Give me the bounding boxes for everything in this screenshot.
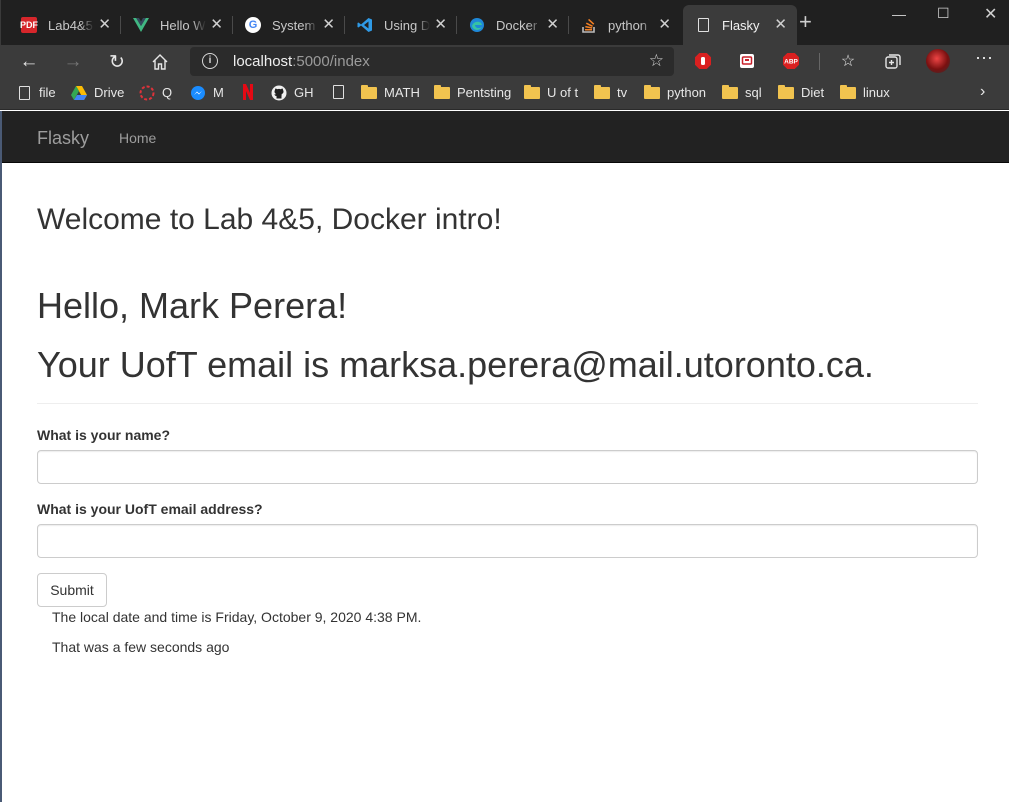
- folder-icon: [644, 84, 660, 100]
- new-tab-button[interactable]: +: [799, 11, 812, 33]
- folder-icon: [722, 84, 738, 100]
- folder-icon: [840, 84, 856, 100]
- email-heading: Your UofT email is marksa.perera@mail.ut…: [37, 344, 874, 385]
- bookmark-folder-uoft[interactable]: U of t: [524, 84, 578, 100]
- close-icon[interactable]: ✕: [98, 17, 111, 32]
- window-close-button[interactable]: ✕: [984, 4, 997, 24]
- q-circle-icon: [139, 85, 155, 100]
- edge-icon: [469, 17, 485, 33]
- tab-docker[interactable]: Docker ✕: [457, 5, 569, 45]
- stop-hand-extension-icon[interactable]: [693, 51, 713, 71]
- favorite-star-icon[interactable]: ☆: [649, 51, 664, 71]
- close-icon[interactable]: ✕: [658, 17, 671, 32]
- toolbar-divider: [819, 53, 820, 70]
- nav-home-link[interactable]: Home: [119, 130, 156, 146]
- page-icon: [695, 17, 711, 33]
- close-icon[interactable]: ✕: [546, 17, 559, 32]
- tab-label: Flasky: [722, 17, 760, 33]
- bookmark-folder-sql[interactable]: sql: [722, 84, 762, 100]
- address-url[interactable]: localhost:5000/index: [233, 53, 370, 70]
- browser-toolbar: ← → ↻ i localhost:5000/index ☆ ABP ☆ ⋯: [0, 45, 1009, 78]
- email-input[interactable]: [37, 524, 978, 558]
- email-label: What is your UofT email address?: [37, 501, 263, 517]
- web-page: Flasky Home Welcome to Lab 4&5, Docker i…: [0, 111, 1009, 802]
- folder-icon: [361, 84, 377, 100]
- back-button[interactable]: ←: [16, 49, 42, 75]
- tab-flasky[interactable]: Flasky ✕: [683, 5, 797, 45]
- forward-button[interactable]: →: [60, 49, 86, 75]
- svg-text:ABP: ABP: [784, 59, 798, 66]
- home-icon: [152, 54, 168, 70]
- favorites-icon[interactable]: ☆: [838, 51, 858, 71]
- relative-time-text: That was a few seconds ago: [52, 639, 230, 655]
- tab-system[interactable]: G System ✕: [233, 5, 345, 45]
- bookmark-m[interactable]: M: [190, 85, 224, 100]
- google-icon: G: [245, 17, 261, 33]
- pocket-extension-icon[interactable]: [737, 51, 757, 71]
- tab-using-docker[interactable]: Using Do ✕: [345, 5, 457, 45]
- address-bar[interactable]: i localhost:5000/index ☆: [190, 47, 674, 76]
- folder-icon: [524, 84, 540, 100]
- bookmark-folder-tv[interactable]: tv: [594, 84, 627, 100]
- folder-icon: [434, 84, 450, 100]
- collections-icon[interactable]: [883, 51, 903, 71]
- folder-icon: [778, 84, 794, 100]
- bookmarks-bar: file Drive Q M GH MATH Pentsting U of t …: [0, 78, 1009, 110]
- site-navbar: Flasky Home: [2, 111, 1009, 163]
- datetime-text: The local date and time is Friday, Octob…: [52, 609, 422, 625]
- close-icon[interactable]: ✕: [322, 17, 335, 32]
- close-icon[interactable]: ✕: [774, 17, 787, 32]
- vscode-icon: [357, 17, 373, 33]
- refresh-button[interactable]: ↻: [104, 49, 130, 75]
- site-info-icon[interactable]: i: [202, 53, 218, 69]
- tab-lab45[interactable]: PDF Lab4&5 ✕: [9, 5, 121, 45]
- tab-hello-world[interactable]: Hello Wo ✕: [121, 5, 233, 45]
- tab-label: Docker: [496, 17, 538, 33]
- stackoverflow-icon: [581, 17, 597, 33]
- tab-strip: PDF Lab4&5 ✕ Hello Wo ✕ G System ✕ Using…: [0, 0, 1009, 45]
- bookmark-blank[interactable]: [330, 85, 353, 99]
- navbar-brand[interactable]: Flasky: [37, 128, 89, 149]
- github-icon: [271, 85, 287, 100]
- pdf-icon: PDF: [20, 17, 38, 33]
- divider: [37, 403, 978, 404]
- close-icon[interactable]: ✕: [434, 17, 447, 32]
- maximize-button[interactable]: ☐: [937, 5, 950, 22]
- bookmark-folder-pentsting[interactable]: Pentsting: [434, 84, 511, 100]
- profile-avatar[interactable]: [926, 49, 950, 73]
- bookmark-folder-diet[interactable]: Diet: [778, 84, 824, 100]
- hello-heading: Hello, Mark Perera!: [37, 285, 348, 326]
- file-icon: [16, 85, 32, 100]
- tab-label: python: [608, 17, 648, 33]
- tab-python[interactable]: python ✕: [569, 5, 681, 45]
- netflix-icon: [240, 84, 256, 100]
- messenger-icon: [190, 85, 206, 100]
- tab-label: Lab4&5: [48, 17, 93, 33]
- tab-label: System: [272, 17, 316, 33]
- bookmark-gh[interactable]: GH: [271, 85, 314, 100]
- name-label: What is your name?: [37, 427, 171, 443]
- welcome-heading: Welcome to Lab 4&5, Docker intro!: [37, 203, 502, 236]
- bookmark-folder-linux[interactable]: linux: [840, 84, 890, 100]
- more-menu-icon[interactable]: ⋯: [974, 48, 994, 68]
- folder-icon: [594, 84, 610, 100]
- vue-icon: [133, 17, 149, 33]
- google-drive-icon: [71, 85, 87, 100]
- bookmark-folder-math[interactable]: MATH: [361, 84, 420, 100]
- bookmark-folder-python[interactable]: python: [644, 84, 706, 100]
- submit-button[interactable]: Submit: [37, 573, 107, 607]
- file-icon: [330, 85, 346, 99]
- bookmark-file[interactable]: file: [16, 85, 56, 100]
- adblock-plus-icon[interactable]: ABP: [781, 51, 801, 71]
- close-icon[interactable]: ✕: [210, 17, 223, 32]
- bookmark-netflix[interactable]: [240, 84, 263, 100]
- bookmark-drive[interactable]: Drive: [71, 85, 124, 100]
- bookmark-q[interactable]: Q: [139, 85, 172, 100]
- home-button[interactable]: [147, 49, 173, 75]
- tab-label: Hello Wo: [160, 17, 206, 33]
- minimize-button[interactable]: —: [892, 6, 906, 22]
- tab-label: Using Do: [384, 17, 430, 33]
- name-input[interactable]: [37, 450, 978, 484]
- chevron-right-icon[interactable]: ›: [980, 83, 985, 101]
